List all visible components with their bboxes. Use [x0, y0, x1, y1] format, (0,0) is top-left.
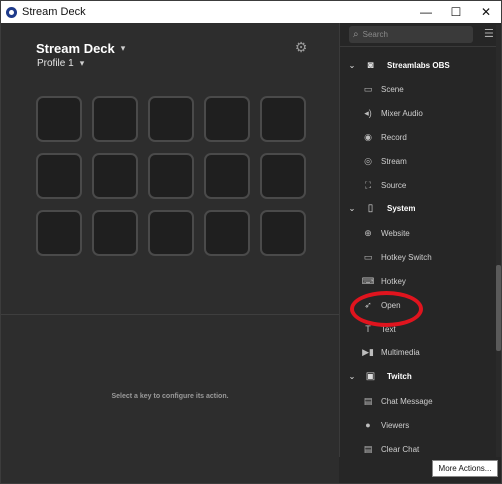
search-input[interactable] [362, 30, 463, 39]
twitch-icon: ▣ [365, 371, 376, 383]
actions-sidebar: ⌕ ☰ ⌄ ◙ Streamlabs OBS ▭ Scene ◂) Mixer … [339, 23, 501, 483]
keyboard-icon: ⌨ [361, 275, 375, 286]
key-slot[interactable] [148, 210, 194, 256]
action-record[interactable]: ◉ Record [340, 126, 495, 150]
configure-hint: Select a key to configure its action. [111, 393, 229, 400]
action-label: Multimedia [381, 348, 420, 358]
clear-chat-icon: ▤ [363, 443, 373, 454]
category-system[interactable]: ⌄ ▯ System [340, 197, 495, 221]
category-label: System [387, 204, 416, 214]
action-list: ⌄ ◙ Streamlabs OBS ▭ Scene ◂) Mixer Audi… [340, 53, 495, 461]
search-box[interactable]: ⌕ [349, 26, 473, 43]
action-label: Mixer Audio [381, 109, 423, 119]
scrollbar-thumb[interactable] [496, 265, 501, 351]
action-mixer-audio[interactable]: ◂) Mixer Audio [340, 102, 495, 126]
streamlabs-obs-icon: ◙ [367, 59, 374, 71]
chat-icon: ▤ [363, 396, 373, 407]
key-slot[interactable] [36, 96, 82, 142]
sidebar-scrollbar[interactable] [496, 25, 501, 459]
title-bar: Stream Deck — ☐ ✕ [1, 1, 501, 23]
key-grid [36, 96, 306, 256]
sidebar-footer: More Actions... [339, 457, 501, 483]
action-label: Hotkey [381, 276, 406, 286]
maximize-button[interactable]: ☐ [441, 1, 471, 23]
play-pause-icon: ▶▮ [362, 347, 374, 358]
record-icon: ◉ [364, 131, 372, 142]
source-icon: ⛶ [364, 179, 372, 190]
action-label: Source [381, 180, 407, 190]
action-scene[interactable]: ▭ Scene [340, 78, 495, 102]
action-multimedia[interactable]: ▶▮ Multimedia [340, 341, 495, 365]
chevron-down-icon: ⌄ [348, 60, 356, 70]
stream-icon: ◎ [364, 155, 372, 166]
key-slot[interactable] [204, 210, 250, 256]
key-slot[interactable] [36, 210, 82, 256]
action-website[interactable]: ⊕ Website [340, 222, 495, 246]
key-slot[interactable] [148, 96, 194, 142]
system-icon: ▯ [367, 203, 374, 215]
action-label: Clear Chat [381, 444, 420, 454]
more-actions-button[interactable]: More Actions... [432, 460, 498, 477]
action-label: Viewers [381, 420, 410, 430]
category-label: Twitch [387, 372, 412, 382]
key-slot[interactable] [36, 153, 82, 199]
panel-divider[interactable] [1, 314, 339, 315]
action-hotkey[interactable]: ⌨ Hotkey [340, 270, 495, 294]
viewers-icon: ● [365, 420, 371, 431]
action-label: Record [381, 132, 407, 142]
action-label: Stream [381, 156, 407, 166]
key-slot[interactable] [260, 153, 306, 199]
speaker-icon: ◂) [364, 108, 372, 119]
action-label: Website [381, 229, 410, 239]
profile-selector[interactable]: Profile 1 ▾ [37, 58, 84, 69]
key-slot[interactable] [260, 210, 306, 256]
category-streamlabs-obs[interactable]: ⌄ ◙ Streamlabs OBS [340, 53, 495, 77]
globe-icon: ⊕ [364, 228, 372, 239]
category-label: Streamlabs OBS [387, 60, 450, 70]
hotkey-switch-icon: ▭ [363, 252, 373, 263]
minimize-button[interactable]: — [411, 1, 441, 23]
key-slot[interactable] [92, 96, 138, 142]
stream-deck-window: Stream Deck — ☐ ✕ Stream Deck ▾ Profile … [0, 0, 502, 484]
chevron-down-icon: ▾ [79, 58, 85, 68]
key-slot[interactable] [148, 153, 194, 199]
key-slot[interactable] [92, 210, 138, 256]
highlight-circle [350, 291, 423, 327]
search-icon: ⌕ [353, 29, 359, 40]
action-source[interactable]: ⛶ Source [340, 173, 495, 197]
chevron-down-icon: ▾ [120, 43, 126, 53]
device-selector[interactable]: Stream Deck ▾ [36, 41, 125, 56]
window-controls: — ☐ ✕ [411, 1, 501, 23]
device-name: Stream Deck [36, 41, 115, 56]
key-slot[interactable] [204, 153, 250, 199]
canvas-panel: Stream Deck ▾ Profile 1 ▾ ⚙ Select a key… [1, 23, 339, 483]
action-label: Chat Message [381, 397, 433, 407]
action-viewers[interactable]: ● Viewers [340, 414, 495, 438]
list-view-icon[interactable]: ☰ [484, 28, 496, 40]
action-stream[interactable]: ◎ Stream [340, 149, 495, 173]
key-slot[interactable] [260, 96, 306, 142]
sidebar-divider [340, 46, 501, 47]
profile-name: Profile 1 [37, 58, 74, 69]
gear-icon[interactable]: ⚙ [293, 39, 309, 55]
scene-icon: ▭ [363, 84, 373, 95]
key-slot[interactable] [92, 153, 138, 199]
action-chat-message[interactable]: ▤ Chat Message [340, 390, 495, 414]
window-title: Stream Deck [22, 6, 86, 18]
stream-deck-logo-icon [6, 6, 17, 18]
category-twitch[interactable]: ⌄ ▣ Twitch [340, 365, 495, 389]
key-slot[interactable] [204, 96, 250, 142]
chevron-down-icon: ⌄ [348, 204, 356, 214]
chevron-down-icon: ⌄ [348, 372, 356, 382]
action-label: Hotkey Switch [381, 253, 432, 263]
action-label: Scene [381, 85, 404, 95]
close-button[interactable]: ✕ [471, 1, 501, 23]
action-hotkey-switch[interactable]: ▭ Hotkey Switch [340, 246, 495, 270]
